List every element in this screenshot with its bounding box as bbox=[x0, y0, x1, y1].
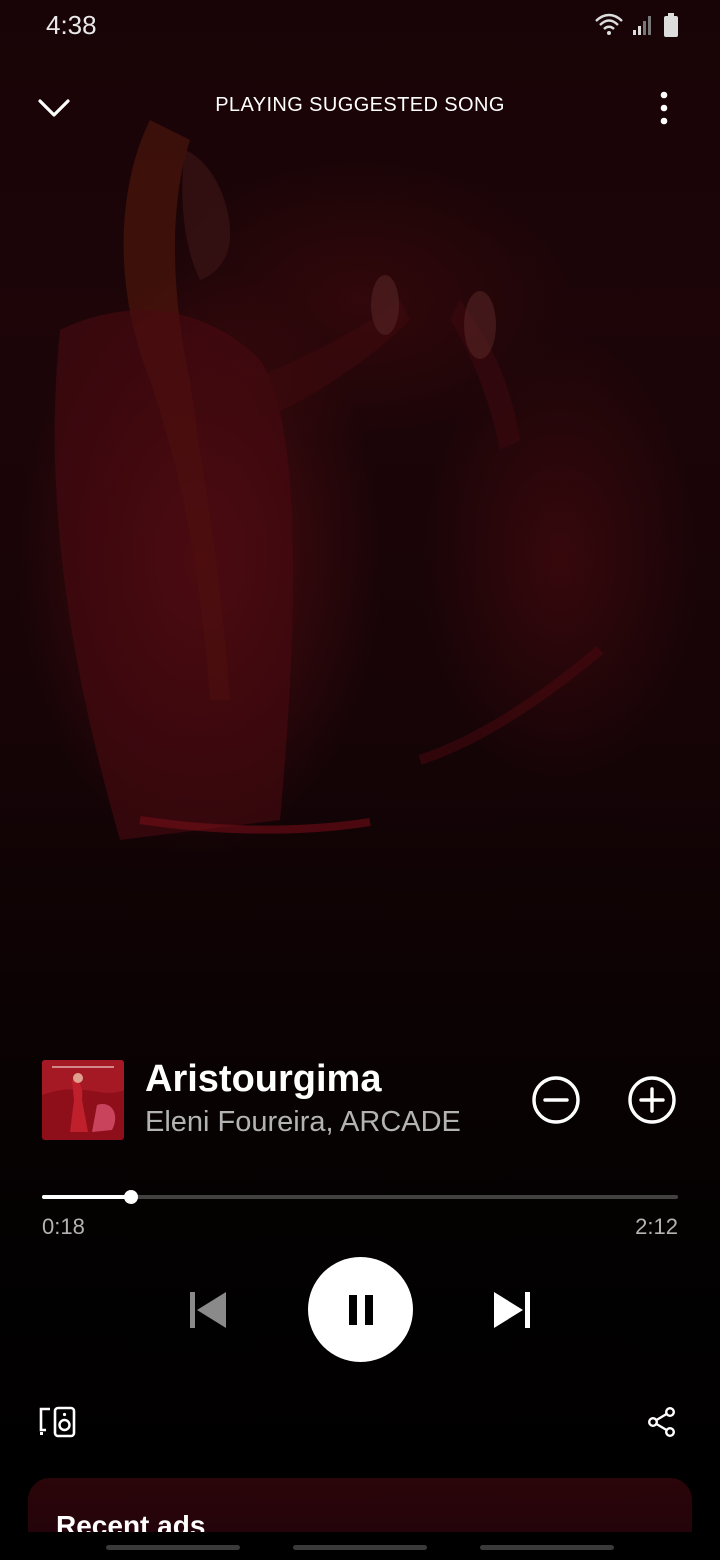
devices-icon bbox=[39, 1406, 76, 1438]
track-info: Aristourgima Eleni Foureira, ARCADE bbox=[42, 1058, 682, 1144]
share-button[interactable] bbox=[642, 1402, 682, 1442]
battery-icon bbox=[662, 12, 680, 43]
header-title: PLAYING SUGGESTED SONG bbox=[215, 94, 505, 116]
artwork-illustration bbox=[54, 120, 604, 840]
signal-icon bbox=[632, 14, 654, 41]
album-art-image bbox=[42, 1060, 124, 1140]
share-icon bbox=[648, 1407, 676, 1437]
seek-bar[interactable] bbox=[42, 1190, 678, 1204]
pause-button[interactable] bbox=[308, 1257, 413, 1362]
plus-circle-icon bbox=[628, 1076, 676, 1124]
player-header: PLAYING SUGGESTED SONG bbox=[0, 80, 720, 136]
hide-song-button[interactable] bbox=[528, 1072, 584, 1128]
recent-ads-card[interactable]: Recent ads bbox=[28, 1478, 692, 1538]
more-options-button[interactable] bbox=[644, 84, 684, 132]
status-time: 4:38 bbox=[46, 10, 97, 40]
status-icons bbox=[594, 12, 680, 43]
chevron-down-icon bbox=[38, 99, 70, 117]
wifi-icon bbox=[594, 13, 624, 42]
track-title[interactable]: Aristourgima bbox=[145, 1058, 381, 1101]
minus-circle-icon bbox=[532, 1076, 580, 1124]
skip-next-icon bbox=[494, 1292, 530, 1328]
track-artist[interactable]: Eleni Foureira, ARCADE bbox=[145, 1106, 475, 1139]
previous-button[interactable] bbox=[180, 1280, 236, 1340]
more-vertical-icon bbox=[660, 91, 668, 125]
seek-fill bbox=[42, 1195, 131, 1199]
system-nav-bar bbox=[0, 1532, 720, 1560]
album-art[interactable] bbox=[42, 1060, 124, 1140]
pause-icon bbox=[348, 1294, 373, 1325]
nav-recents-handle[interactable] bbox=[106, 1545, 240, 1550]
skip-previous-icon bbox=[190, 1292, 226, 1328]
total-time: 2:12 bbox=[635, 1214, 678, 1239]
collapse-button[interactable] bbox=[28, 84, 80, 132]
seek-handle[interactable] bbox=[124, 1190, 138, 1204]
next-button[interactable] bbox=[484, 1280, 540, 1340]
add-song-button[interactable] bbox=[624, 1072, 680, 1128]
connect-devices-button[interactable] bbox=[36, 1400, 80, 1444]
status-bar: 4:38 bbox=[0, 0, 720, 54]
elapsed-time: 0:18 bbox=[42, 1214, 85, 1239]
nav-back-handle[interactable] bbox=[480, 1545, 614, 1550]
nav-home-handle[interactable] bbox=[293, 1545, 427, 1550]
